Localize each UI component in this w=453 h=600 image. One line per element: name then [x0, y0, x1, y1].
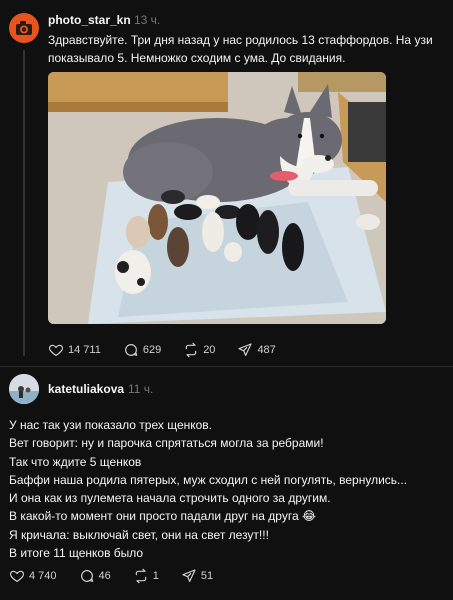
like-count: 14 711 — [68, 344, 101, 356]
avatar[interactable] — [9, 374, 39, 404]
heart-icon — [9, 570, 25, 583]
timestamp: 11 ч. — [128, 382, 154, 396]
repost-icon — [135, 568, 147, 584]
comment-count: 629 — [142, 344, 162, 356]
post-text: Здравствуйте. Три дня назад у нас родило… — [48, 31, 443, 67]
share-count: 487 — [257, 344, 276, 356]
post-text-line: Так что ждите 5 щенков — [9, 454, 142, 469]
comment-button[interactable]: 629 — [123, 342, 161, 358]
comment-icon — [124, 344, 138, 356]
share-icon — [238, 343, 253, 356]
username[interactable]: photo_star_kn — [48, 13, 131, 27]
thread-line — [23, 50, 25, 356]
repost-count: 1 — [152, 570, 159, 582]
share-button[interactable]: 51 — [181, 568, 213, 584]
post-text-line: Баффи наша родила пятерых, муж сходил с … — [9, 472, 408, 487]
post-text-line: В какой-то момент они просто падали друг… — [9, 509, 316, 524]
post-text-line: Вет говорит: ну и парочка спрятаться мог… — [9, 436, 324, 451]
heart-icon — [48, 344, 64, 357]
post-actions: 14 711 629 20 487 — [48, 342, 298, 358]
post-text-line: У нас так узи показало трех щенков. — [9, 418, 213, 432]
username[interactable]: katetuliakova — [48, 382, 124, 396]
repost-button[interactable]: 1 — [133, 568, 159, 584]
repost-button[interactable]: 20 — [183, 342, 215, 358]
timestamp: 13 ч. — [134, 13, 161, 27]
like-count: 4 740 — [29, 570, 57, 582]
comment-icon — [80, 570, 93, 582]
post-text-line: В итоге 11 щенков было — [9, 546, 144, 561]
post-text: У нас так узи показало трех щенков. Вет … — [9, 416, 449, 562]
like-button[interactable]: 14 711 — [48, 342, 101, 358]
post-actions: 4 740 46 1 51 — [9, 568, 235, 584]
post-photo[interactable] — [48, 72, 386, 324]
post-text-line: показывало 5. Немножко сходим с ума. До … — [48, 51, 346, 65]
post-photo-star-kn: photo_star_kn 13 ч. Здравствуйте. Три дн… — [0, 0, 453, 367]
repost-icon — [185, 342, 197, 358]
comment-button[interactable]: 46 — [79, 568, 111, 584]
post-text-line: Здравствуйте. Три дня назад у нас родило… — [48, 33, 433, 47]
share-icon — [182, 569, 196, 582]
post-katetuliakova: katetuliakova 11 ч. У нас так узи показа… — [0, 366, 453, 600]
repost-count: 20 — [203, 344, 216, 356]
post-text-line: И она как из пулемета начала строчить од… — [9, 491, 331, 506]
avatar[interactable] — [9, 13, 39, 43]
comment-count: 46 — [98, 570, 111, 582]
post-text-line: Я кричала: выключай свет, они на свет ле… — [9, 527, 269, 542]
share-button[interactable]: 487 — [237, 342, 276, 358]
like-button[interactable]: 4 740 — [9, 568, 57, 584]
share-count: 51 — [200, 570, 214, 582]
